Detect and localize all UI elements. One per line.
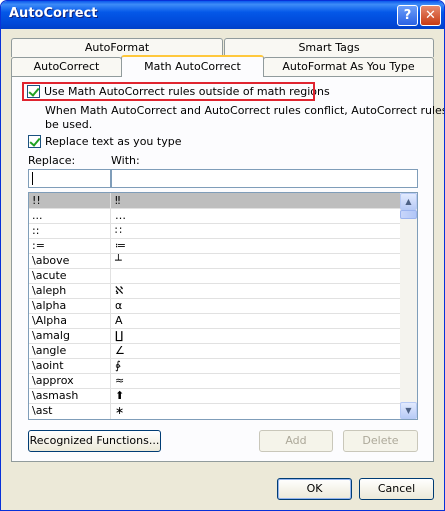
replace-input[interactable] [28,169,111,188]
row-with: ⬆ [115,389,125,402]
with-input[interactable] [111,169,418,188]
list-row[interactable]: !! ‼ [29,193,400,208]
replace-as-you-type-checkbox[interactable] [28,135,41,148]
scroll-up-arrow-icon[interactable]: ▲ [400,193,417,210]
row-divider [29,223,400,224]
row-replace: \asmash [32,389,79,402]
row-replace: \approx [32,374,74,387]
row-replace: \angle [32,344,67,357]
list-row[interactable]: \aoint ∳ [29,358,400,373]
row-replace: \Alpha [32,314,67,327]
row-replace: \acute [32,269,67,282]
list-row[interactable]: :: ∷ [29,223,400,238]
row-divider [29,373,400,374]
list-row[interactable]: \approx ≈ [29,373,400,388]
row-replace: :: [32,224,40,237]
list-row[interactable]: ... … [29,208,400,223]
help-button[interactable]: ? [397,5,418,26]
title-bar[interactable]: AutoCorrect ? ✕ [1,1,444,29]
entries-list[interactable]: !! ‼ ... … :: ∷ := ≔ \above ┴ \acute \al… [28,192,418,420]
autocorrect-dialog: AutoCorrect ? ✕ AutoFormat Smart Tags Au… [0,0,445,511]
row-with: ∠ [115,344,125,357]
row-divider [29,208,400,209]
row-replace: !! [32,194,41,207]
highlight-box [22,82,315,101]
row-with: ℵ [115,284,124,297]
row-with: ┴ [115,254,122,267]
recognized-functions-button[interactable]: Recognized Functions... [28,430,161,452]
row-divider [29,328,400,329]
row-with: … [115,209,126,222]
row-with: ≔ [115,239,126,252]
list-row[interactable]: \ast ∗ [29,403,400,418]
replace-as-you-type-label[interactable]: Replace text as you type [45,135,181,148]
tab-autoformat-as-you-type[interactable]: AutoFormat As You Type [263,57,434,76]
row-divider [29,358,400,359]
row-divider [29,343,400,344]
row-replace: \aleph [32,284,67,297]
row-with: ≈ [115,374,125,387]
row-with: α [115,299,123,312]
list-row[interactable]: \angle ∠ [29,343,400,358]
row-with: A [115,314,123,327]
list-row[interactable]: \acute [29,268,400,283]
list-row[interactable]: \amalg ∐ [29,328,400,343]
row-replace: \above [32,254,70,267]
row-divider [29,253,400,254]
list-row[interactable]: \Alpha A [29,313,400,328]
tab-math-autocorrect[interactable]: Math AutoCorrect [121,55,264,77]
row-with: ∐ [115,329,124,342]
window-title: AutoCorrect [9,6,98,21]
row-replace: \aoint [32,359,64,372]
row-divider [29,238,400,239]
row-replace: := [32,239,45,252]
list-row[interactable]: := ≔ [29,238,400,253]
scroll-down-arrow-icon[interactable]: ▼ [400,402,417,419]
row-replace: ... [32,209,43,222]
row-replace: \alpha [32,299,67,312]
column-divider [110,193,111,419]
conflict-note-line1: When Math AutoCorrect and AutoCorrect ru… [45,104,445,117]
row-divider [29,298,400,299]
row-divider [29,313,400,314]
tab-autocorrect[interactable]: AutoCorrect [11,57,122,76]
row-divider [29,403,400,404]
row-divider [29,268,400,269]
close-button[interactable]: ✕ [420,5,441,26]
row-with: ∗ [115,404,125,417]
conflict-note-line2: be used. [45,118,93,131]
row-divider [29,388,400,389]
ok-button[interactable]: OK [277,478,352,500]
list-row[interactable]: \asmash ⬆ [29,388,400,403]
with-label: With: [111,154,140,167]
scroll-thumb[interactable] [400,210,417,219]
vertical-scrollbar[interactable]: ▲ ▼ [400,193,417,419]
delete-button[interactable]: Delete [343,430,418,452]
row-replace: \ast [32,404,53,417]
text-caret [32,172,33,185]
add-button[interactable]: Add [259,430,333,452]
list-row[interactable]: \aleph ℵ [29,283,400,298]
row-with: ‼ [115,194,121,207]
row-replace: \amalg [32,329,70,342]
row-divider [29,283,400,284]
list-row[interactable]: \alpha α [29,298,400,313]
replace-label: Replace: [28,154,76,167]
row-with: ∷ [115,224,122,237]
cancel-button[interactable]: Cancel [359,478,434,500]
row-with: ∳ [115,359,121,372]
list-row[interactable]: \above ┴ [29,253,400,268]
